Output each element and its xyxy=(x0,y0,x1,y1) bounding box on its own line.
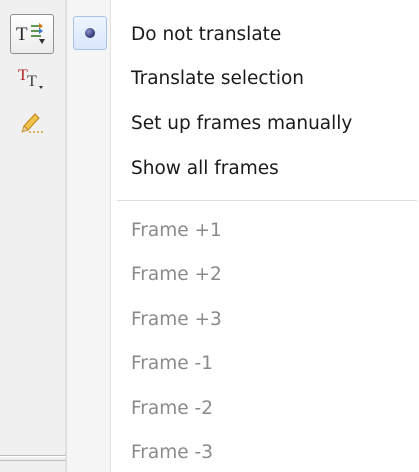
menu-item-frame-plus-3: Frame +3 xyxy=(67,297,419,341)
text-frame-icon: T T xyxy=(18,67,43,90)
menu-item-translate-selection[interactable]: Translate selection xyxy=(67,56,419,100)
menu-item-set-up-frames-manually[interactable]: Set up frames manually xyxy=(67,101,419,145)
toolbar-divider-2 xyxy=(0,460,66,461)
menu-item-do-not-translate[interactable]: Do not translate xyxy=(67,12,419,56)
menu-item-frame-plus-2: Frame +2 xyxy=(67,252,419,296)
radio-selected-indicator xyxy=(73,16,107,50)
translate-frames-button[interactable]: T xyxy=(10,14,54,54)
menu-item-frame-minus-1: Frame -1 xyxy=(67,341,419,385)
menu-item-show-all-frames[interactable]: Show all frames xyxy=(67,146,419,190)
menu-item-frame-minus-2: Frame -2 xyxy=(67,386,419,430)
menu-item-label: Frame +2 xyxy=(131,263,222,285)
pencil-button[interactable] xyxy=(10,100,54,140)
menu-item-label: Set up frames manually xyxy=(131,112,353,134)
menu-item-label: Frame -3 xyxy=(131,441,213,463)
translate-menu-screen: T T T Do not translate Translate selecti… xyxy=(0,0,419,472)
pencil-icon xyxy=(21,113,45,133)
svg-text:T: T xyxy=(27,73,37,90)
menu-item-label: Frame +3 xyxy=(131,308,222,330)
menu-item-label: Do not translate xyxy=(131,23,282,45)
translate-frames-icon: T xyxy=(16,23,45,45)
menu-separator xyxy=(117,200,417,201)
toolbar-divider-highlight xyxy=(0,456,66,457)
menu-item-label: Frame -1 xyxy=(131,352,213,374)
left-toolbar: T T T xyxy=(0,0,66,472)
menu-item-label: Frame +1 xyxy=(131,219,222,241)
menu-item-frame-plus-1: Frame +1 xyxy=(67,208,419,252)
menu-item-frame-minus-3: Frame -3 xyxy=(67,430,419,472)
text-frame-button[interactable]: T T xyxy=(10,58,54,98)
svg-text:T: T xyxy=(16,24,28,45)
radio-dot-icon xyxy=(85,28,95,38)
menu-item-label: Frame -2 xyxy=(131,397,213,419)
translation-dropdown-menu: Do not translate Translate selection Set… xyxy=(66,0,419,472)
menu-item-label: Show all frames xyxy=(131,157,279,179)
menu-item-label: Translate selection xyxy=(131,67,305,89)
